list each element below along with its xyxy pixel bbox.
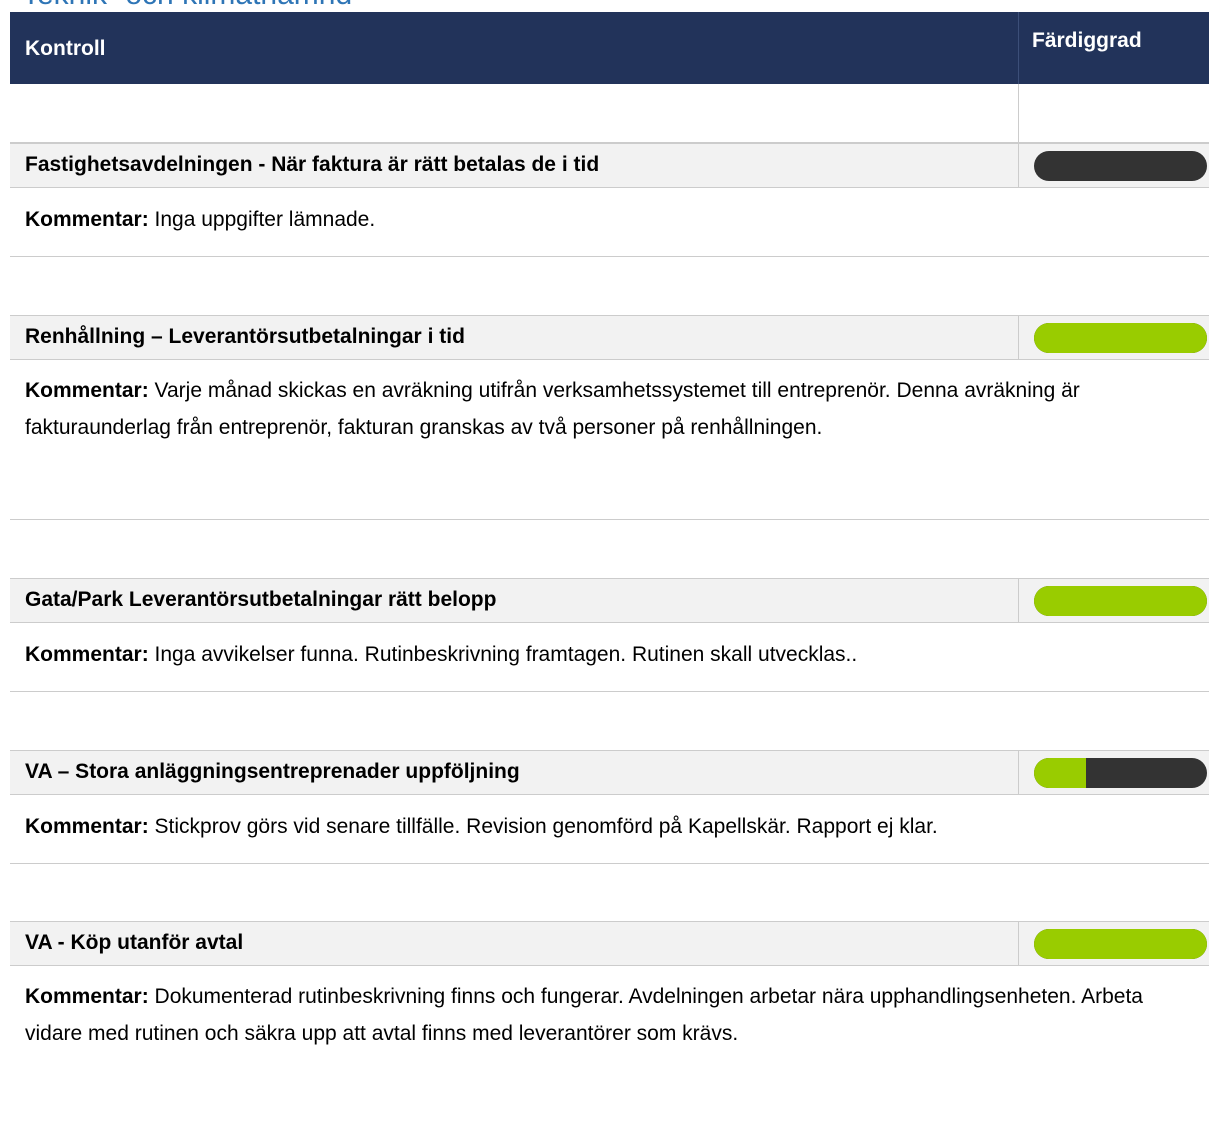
control-row: VA – Stora anläggningsentreprenader uppf… — [10, 750, 1209, 795]
completion-bar — [1034, 758, 1207, 788]
control-title: VA – Stora anläggningsentreprenader uppf… — [25, 760, 520, 783]
completion-fill — [1034, 758, 1086, 788]
comment-text: Dokumenterad rutinbeskrivning finns och … — [25, 985, 1143, 1045]
comment-text: Stickprov görs vid senare tillfälle. Rev… — [154, 815, 938, 838]
control-title: Renhållning – Leverantörsutbetalningar i… — [25, 325, 465, 348]
control-title: VA - Köp utanför avtal — [25, 931, 244, 954]
comment-label: Kommentar: — [25, 985, 149, 1008]
completion-fill — [1034, 929, 1207, 959]
table-spacer — [10, 84, 1209, 143]
comment-label: Kommentar: — [25, 208, 149, 231]
column-divider — [1018, 144, 1019, 187]
control-row: VA - Köp utanför avtal — [10, 921, 1209, 966]
column-divider — [1018, 922, 1019, 965]
page-title: Teknik- och klimatnämnd — [22, 0, 352, 12]
completion-bar — [1034, 151, 1207, 181]
comment-row: Kommentar: Stickprov görs vid senare til… — [10, 795, 1209, 864]
control-row: Renhållning – Leverantörsutbetalningar i… — [10, 315, 1209, 360]
control-row: Fastighetsavdelningen - När faktura är r… — [10, 143, 1209, 188]
completion-bar — [1034, 586, 1207, 616]
column-divider — [1018, 751, 1019, 794]
column-divider — [1018, 579, 1019, 622]
comment-text: Inga avvikelser funna. Rutinbeskrivning … — [154, 643, 858, 666]
completion-fill — [1034, 586, 1207, 616]
column-divider — [1018, 84, 1019, 143]
comment-row: Kommentar: Inga uppgifter lämnade. — [10, 188, 1209, 257]
comment-label: Kommentar: — [25, 815, 149, 838]
comment-row: Kommentar: Inga avvikelser funna. Rutinb… — [10, 623, 1209, 692]
table-header: Kontroll Färdiggrad — [10, 12, 1209, 84]
comment-label: Kommentar: — [25, 379, 149, 402]
comment-label: Kommentar: — [25, 643, 149, 666]
column-header-control: Kontroll — [25, 37, 106, 60]
header-divider — [1018, 12, 1019, 84]
completion-bar — [1034, 929, 1207, 959]
comment-text: Varje månad skickas en avräkning utifrån… — [25, 379, 1080, 439]
column-divider — [1018, 316, 1019, 359]
completion-bar — [1034, 323, 1207, 353]
column-header-completion: Färdiggrad — [1032, 29, 1142, 52]
comment-row: Kommentar: Varje månad skickas en avräkn… — [10, 360, 1209, 520]
control-title: Fastighetsavdelningen - När faktura är r… — [25, 153, 600, 176]
completion-fill — [1034, 323, 1207, 353]
comment-text: Inga uppgifter lämnade. — [154, 208, 376, 231]
control-title: Gata/Park Leverantörsutbetalningar rätt … — [25, 588, 497, 611]
control-row: Gata/Park Leverantörsutbetalningar rätt … — [10, 578, 1209, 623]
comment-row: Kommentar: Dokumenterad rutinbeskrivning… — [10, 966, 1209, 1136]
